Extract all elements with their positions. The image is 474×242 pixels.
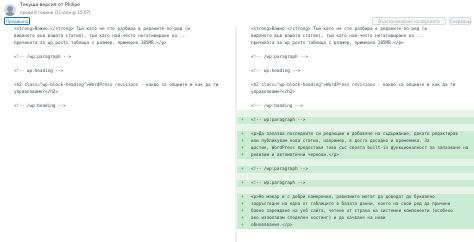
- diff-line: <strong>Важно:</strong> Тъй като не сте …: [237, 26, 474, 33]
- diff-line-text: обновявания.</p>: [251, 223, 293, 228]
- diff-line: <!-- /wp:paragraph --> +: [237, 166, 474, 173]
- added-line-marker: +: [241, 223, 244, 228]
- diff-line-text: <!-- /wp:paragraph -->: [14, 55, 71, 60]
- diff-line-text: управляваме?</h2>: [251, 90, 295, 95]
- diff-line-text: ревизии и автоматични чернови.</p>: [251, 153, 339, 158]
- diff-line: управляваме?</h2>: [237, 89, 474, 96]
- diff-line: видяното във вашата статия), тъй като на…: [0, 33, 235, 40]
- revision-meta: преди 8 години (31 юли @ 15:07): [20, 10, 91, 15]
- diff-line: [237, 124, 474, 131]
- diff-line: <!-- /wp:paragraph -->: [0, 54, 235, 61]
- diff-line: [237, 75, 474, 82]
- diff-line-text: <!-- wp:heading -->: [251, 69, 301, 74]
- added-line-marker: +: [241, 146, 244, 151]
- diff-line: [237, 47, 474, 54]
- diff-line: <strong>Важно:</strong> Тъй като не сте …: [0, 26, 235, 33]
- diff-line-text: <p>Да запазва последните си редакции и д…: [251, 132, 458, 137]
- diff-left-pane: <strong>Важно:</strong> Тъй като не сте …: [0, 26, 235, 242]
- diff-line: [237, 110, 474, 117]
- previous-button[interactable]: Предишна: [4, 17, 30, 25]
- diff-line-text: <p>Но макар и с добри намерения, ревизии…: [251, 195, 435, 200]
- diff-line: [237, 187, 474, 194]
- diff-line-text: <h2 class="wp-block-heading">WordPress r…: [251, 83, 456, 88]
- diff-line-text: <strong>Важно:</strong> Тъй като не сте …: [251, 27, 427, 32]
- diff-line-text: <!-- /wp:paragraph -->: [251, 55, 308, 60]
- diff-line-text: <strong>Важно:</strong> Тъй като не сте …: [14, 27, 190, 32]
- added-line-marker: +: [241, 181, 244, 186]
- diff-line-text: причината за wp_posts таблица с размер, …: [14, 41, 167, 46]
- diff-line-text: или публикувам нова статия, например, в …: [251, 139, 430, 144]
- diff-line: [0, 61, 235, 68]
- diff-line: <h2 class="wp-block-heading">WordPress r…: [237, 82, 474, 89]
- diff-line: <!-- /wp:paragraph -->: [237, 54, 474, 61]
- diff-line-text: <!-- wp:paragraph -->: [251, 181, 306, 186]
- diff-line: [237, 173, 474, 180]
- diff-line: причината за wp_posts таблица с размер, …: [237, 40, 474, 47]
- added-line-marker: +: [241, 216, 244, 221]
- diff-line: <!-- /wp:heading -->: [0, 103, 235, 110]
- diff-line: <p>Но макар и с добри намерения, ревизии…: [237, 194, 474, 201]
- diff-line: [237, 96, 474, 103]
- diff-line-text: видяното във вашата статия), тъй като на…: [251, 34, 425, 39]
- next-button[interactable]: Следваща: [449, 17, 472, 25]
- diff-line: [237, 61, 474, 68]
- added-line-marker: +: [241, 202, 244, 207]
- diff-line: обновявания.</p> +: [237, 222, 474, 229]
- diff-line-text: задръстване на една от таблиците в базат…: [251, 202, 451, 207]
- restore-button[interactable]: Възстановяване на версията: [372, 17, 446, 25]
- added-line-marker: +: [241, 153, 244, 158]
- added-line-marker: +: [241, 167, 244, 172]
- diff-line: [237, 159, 474, 166]
- revision-header: Текуща версия от Philipe преди 8 години …: [0, 0, 474, 26]
- diff-line-text: <!-- /wp:heading -->: [14, 104, 66, 109]
- diff-line: <!-- /wp:heading -->: [237, 103, 474, 110]
- diff-line-text: <!-- wp:paragraph -->: [251, 118, 306, 123]
- diff-line-text: <!-- /wp:paragraph -->: [251, 167, 308, 172]
- added-line-marker: +: [241, 209, 244, 214]
- diff-line: [0, 96, 235, 103]
- diff-line-text: <h2 class="wp-block-heading">WordPress r…: [14, 83, 219, 88]
- diff-line: ако използвам споделен хостинг) и до кач…: [237, 215, 474, 222]
- diff-line-text: видяното във вашата статия), тъй като на…: [14, 34, 188, 39]
- diff-line: <!-- wp:heading -->: [0, 68, 235, 75]
- diff-line-text: управляваме?</h2>: [14, 90, 58, 95]
- diff-line: <p>Да запазва последните си редакции и д…: [237, 131, 474, 138]
- diff-line: <h2 class="wp-block-heading">WordPress r…: [0, 82, 235, 89]
- added-line-marker: +: [241, 118, 244, 123]
- diff-line: [0, 47, 235, 54]
- diff-line-text: <!-- wp:heading -->: [14, 69, 64, 74]
- diff-right-pane: <strong>Важно:</strong> Тъй като не сте …: [237, 26, 474, 242]
- added-line-marker: +: [241, 195, 244, 200]
- diff-line-text: ако използвам споделен хостинг) и до кач…: [251, 216, 386, 221]
- diff-line: <!-- wp:heading -->: [237, 68, 474, 75]
- diff-line: причината за wp_posts таблица с размер, …: [0, 40, 235, 47]
- diff-line: ревизии и автоматични чернови.</p> +: [237, 152, 474, 159]
- diff-line: щастие, WordPress предоставя това със св…: [237, 145, 474, 152]
- added-line-marker: +: [241, 139, 244, 144]
- diff-line-text: щастие, WordPress предоставя това със св…: [251, 146, 469, 151]
- diff-line-text: бавно зареждане на уеб сайта, четене от …: [251, 209, 453, 214]
- revision-title: Текуща версия от Philipe: [20, 3, 81, 8]
- diff-line: <!-- wp:paragraph --> +: [237, 180, 474, 187]
- diff-line: <!-- wp:paragraph --> +: [237, 117, 474, 124]
- diff-line: задръстване на една от таблиците в базат…: [237, 201, 474, 208]
- added-line-marker: +: [241, 132, 244, 137]
- diff-line: [0, 75, 235, 82]
- diff-line: бавно зареждане на уеб сайта, четене от …: [237, 208, 474, 215]
- avatar: [4, 4, 16, 16]
- diff-line-text: <!-- /wp:heading -->: [251, 104, 303, 109]
- diff-line: видяното във вашата статия), тъй като на…: [237, 33, 474, 40]
- diff-line: или публикувам нова статия, например, в …: [237, 138, 474, 145]
- diff-line-text: причината за wp_posts таблица с размер, …: [251, 41, 404, 46]
- diff-line: управляваме?</h2>: [0, 89, 235, 96]
